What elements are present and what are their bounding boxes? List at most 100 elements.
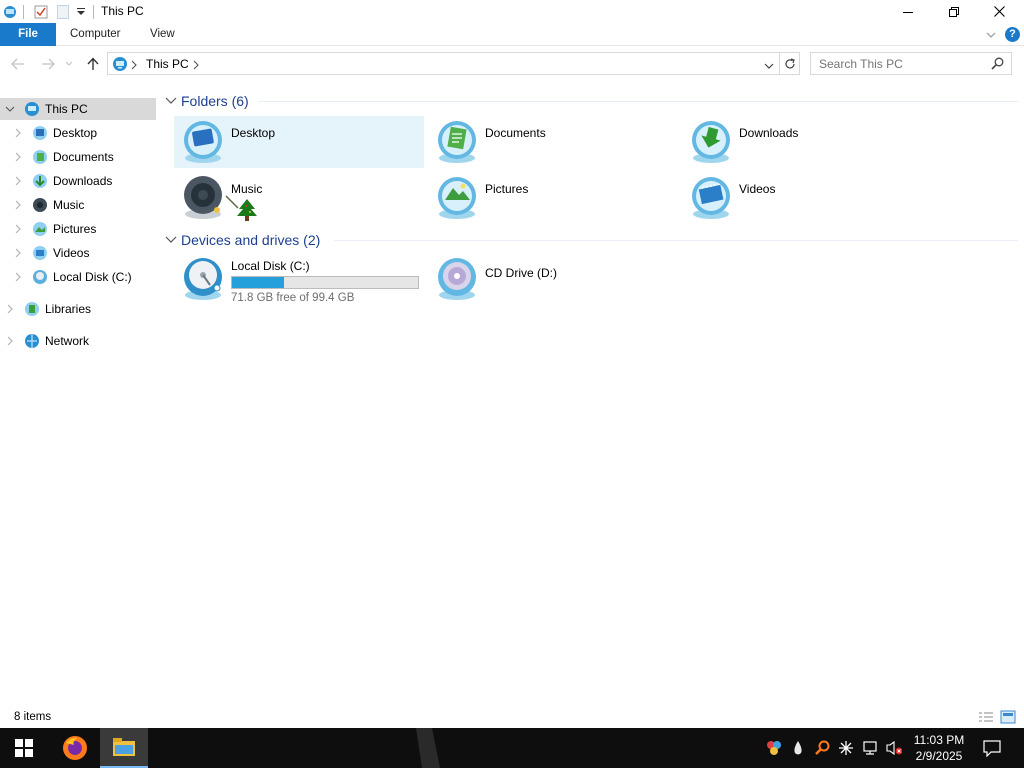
nav-item-libraries[interactable]: Libraries <box>0 298 156 320</box>
restore-button[interactable] <box>931 0 977 23</box>
nav-item-desktop[interactable]: Desktop <box>0 122 156 144</box>
collapsed-chevron-icon[interactable] <box>12 271 24 283</box>
start-button[interactable] <box>0 728 48 768</box>
windows-logo-icon <box>15 739 33 757</box>
properties-icon[interactable] <box>32 3 50 21</box>
nav-item-local-disk[interactable]: Local Disk (C:) <box>0 266 156 288</box>
folder-tile-documents[interactable]: Documents <box>428 116 678 168</box>
address-bar[interactable]: This PC <box>107 52 780 75</box>
search-box <box>810 52 1012 75</box>
music-folder-icon <box>182 174 224 222</box>
ribbon-tabs: File Computer View ? <box>0 23 1024 46</box>
nav-item-downloads[interactable]: Downloads <box>0 170 156 192</box>
christmas-tree-icon <box>224 194 260 224</box>
address-history-chevron-icon[interactable] <box>764 59 776 69</box>
libraries-icon <box>24 301 40 317</box>
pictures-folder-icon <box>32 221 48 237</box>
magnifier-tray-icon[interactable] <box>814 740 830 756</box>
videos-folder-icon <box>32 245 48 261</box>
large-icons-view-icon[interactable] <box>1000 710 1016 724</box>
nav-item-videos[interactable]: Videos <box>0 242 156 264</box>
collapsed-chevron-icon[interactable] <box>4 335 16 347</box>
customize-toolbar-chevron-icon[interactable] <box>74 3 88 21</box>
notifications-icon[interactable] <box>982 739 1002 757</box>
nav-item-this-pc[interactable]: This PC <box>0 98 156 120</box>
expanded-chevron-icon[interactable] <box>4 103 16 115</box>
collapsed-chevron-icon[interactable] <box>4 303 16 315</box>
this-pc-icon[interactable] <box>2 3 18 21</box>
up-arrow-icon[interactable] <box>83 54 103 74</box>
taskbar-firefox[interactable] <box>52 728 98 768</box>
desktop-folder-icon <box>182 118 224 166</box>
local-disk-icon <box>182 255 224 303</box>
file-explorer-icon <box>113 738 135 756</box>
expand-ribbon-chevron-icon[interactable] <box>985 29 997 41</box>
drive-tile-local-disk[interactable]: Local Disk (C:) 71.8 GB free of 99.4 GB <box>174 253 424 305</box>
clock-date: 2/9/2025 <box>915 749 963 763</box>
nav-item-documents[interactable]: Documents <box>0 146 156 168</box>
folder-tile-downloads[interactable]: Downloads <box>682 116 932 168</box>
documents-folder-icon <box>436 118 478 166</box>
colorful-tray-icon[interactable] <box>766 740 782 756</box>
help-button[interactable]: ? <box>1005 27 1020 42</box>
water-drop-icon[interactable] <box>790 740 806 756</box>
taskbar-background-shape <box>410 728 448 768</box>
drives-group-header[interactable]: Devices and drives (2) <box>165 230 320 250</box>
nav-item-network[interactable]: Network <box>0 330 156 352</box>
refresh-button[interactable] <box>780 52 800 75</box>
breadcrumb-chevron-icon[interactable] <box>192 59 200 70</box>
title-bar: This PC <box>0 0 1024 23</box>
status-bar: 8 items <box>0 706 1024 728</box>
downloads-folder-icon <box>32 173 48 189</box>
folder-tile-pictures[interactable]: Pictures <box>428 172 678 224</box>
nav-item-pictures[interactable]: Pictures <box>0 218 156 240</box>
volume-muted-icon[interactable] <box>886 740 902 756</box>
refresh-icon <box>784 57 795 68</box>
music-folder-icon <box>32 197 48 213</box>
folder-tile-music[interactable]: Music <box>174 172 424 224</box>
breadcrumb-this-pc[interactable]: This PC <box>146 57 189 71</box>
videos-folder-icon <box>690 174 732 222</box>
tab-file[interactable]: File <box>0 23 56 46</box>
close-button[interactable] <box>976 0 1022 23</box>
forward-arrow-icon[interactable] <box>38 54 58 74</box>
pictures-folder-icon <box>436 174 478 222</box>
collapsed-chevron-icon[interactable] <box>12 223 24 235</box>
search-icon[interactable] <box>991 57 1005 71</box>
recent-locations-chevron-icon[interactable] <box>62 54 76 74</box>
details-view-icon[interactable] <box>978 710 994 724</box>
taskbar-clock[interactable]: 11:03 PM 2/9/2025 <box>904 732 974 764</box>
collapsed-chevron-icon[interactable] <box>12 199 24 211</box>
taskbar-file-explorer[interactable] <box>100 728 148 768</box>
group-collapse-chevron-icon <box>165 236 177 243</box>
cd-drive-icon <box>436 255 478 303</box>
collapsed-chevron-icon[interactable] <box>12 247 24 259</box>
window-title: This PC <box>101 4 144 18</box>
collapsed-chevron-icon[interactable] <box>12 151 24 163</box>
breadcrumb-separator-icon[interactable] <box>130 59 138 70</box>
drive-tile-cd-drive[interactable]: CD Drive (D:) <box>428 253 678 305</box>
folder-tile-desktop[interactable]: Desktop <box>174 116 424 168</box>
desktop-folder-icon <box>32 125 48 141</box>
tab-view[interactable]: View <box>150 23 175 46</box>
disk-usage-bar <box>231 276 419 289</box>
tab-computer[interactable]: Computer <box>70 23 121 46</box>
nav-item-music[interactable]: Music <box>0 194 156 216</box>
navigation-pane: This PC Desktop Documents Downloads Musi… <box>0 96 160 696</box>
new-folder-icon[interactable] <box>55 3 71 21</box>
local-disk-icon <box>32 269 48 285</box>
folders-group-header[interactable]: Folders (6) <box>165 91 249 111</box>
search-input[interactable] <box>811 53 987 74</box>
network-status-icon[interactable] <box>862 740 878 756</box>
taskbar: 11:03 PM 2/9/2025 <box>0 728 1024 768</box>
back-arrow-icon[interactable] <box>8 54 28 74</box>
this-pc-icon <box>112 56 128 72</box>
network-icon <box>24 333 40 349</box>
downloads-folder-icon <box>690 118 732 166</box>
asterisk-tray-icon[interactable] <box>838 740 854 756</box>
minimize-button[interactable] <box>885 0 931 23</box>
folder-tile-videos[interactable]: Videos <box>682 172 932 224</box>
firefox-icon <box>63 736 87 760</box>
collapsed-chevron-icon[interactable] <box>12 127 24 139</box>
collapsed-chevron-icon[interactable] <box>12 175 24 187</box>
